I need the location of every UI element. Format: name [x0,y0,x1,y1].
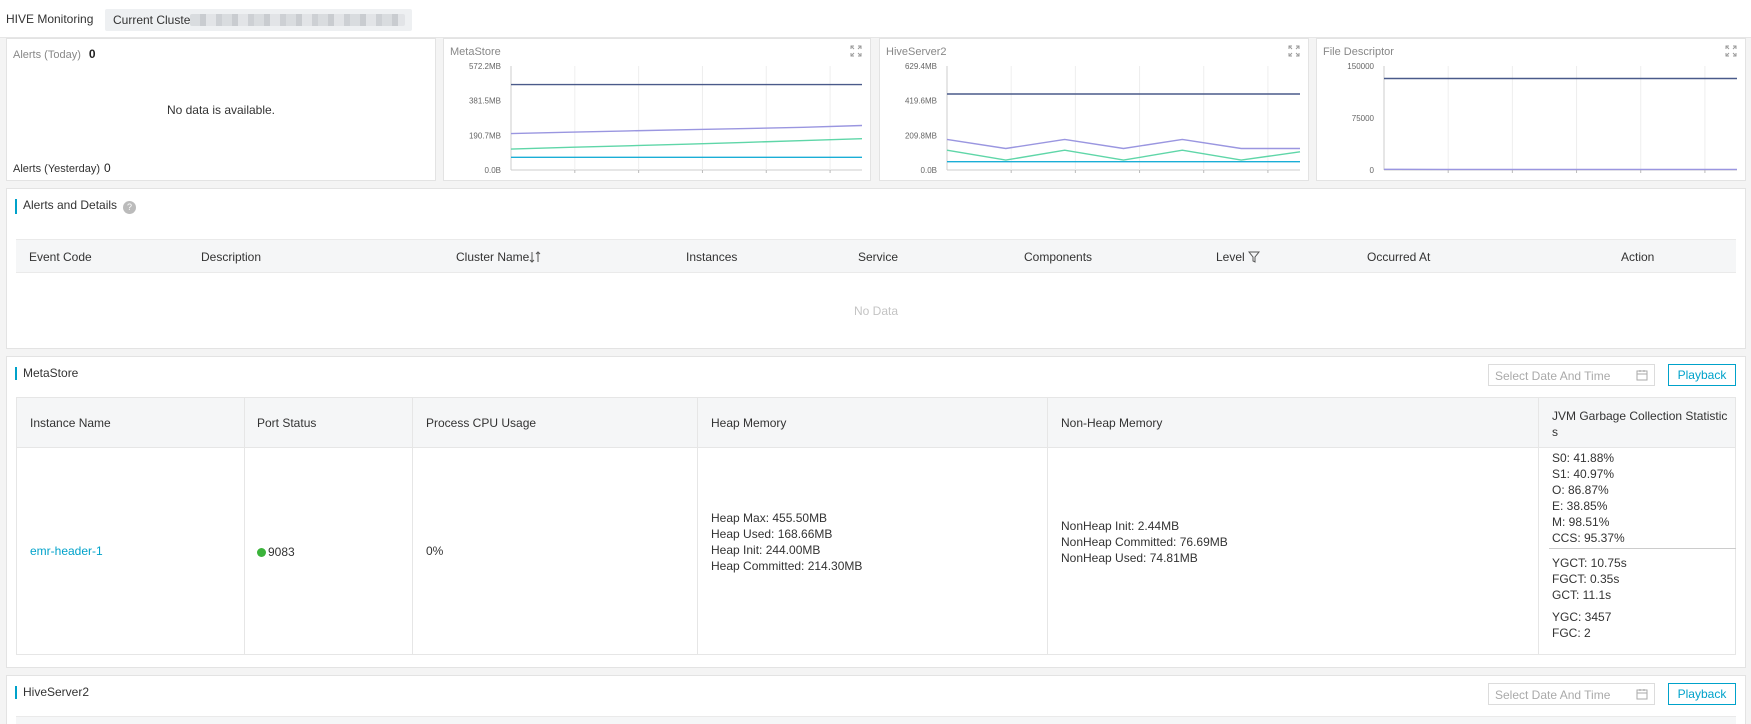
gc-utilization: S0: 41.88% S1: 40.97% O: 86.87% E: 38.85… [1552,451,1625,545]
sort-icon[interactable] [529,251,541,263]
expand-icon[interactable] [1288,45,1300,57]
page-title: HIVE Monitoring [6,12,94,26]
y-tick-label: 209.8MB [905,131,937,140]
y-tick-label: 0.0B [485,166,501,175]
hiveserver2-playback-button[interactable]: Playback [1668,683,1736,705]
col-jvm-gc: JVM Garbage Collection Statistic s [1552,409,1728,439]
chart-title: HiveServer2 [886,46,947,58]
metastore-date-input[interactable]: Select Date And Time [1488,364,1655,386]
section-title: MetaStore [15,367,78,380]
metastore-section: MetaStore Select Date And Time Playback … [6,356,1746,668]
cpu-usage: 0% [426,544,444,558]
col-port-status: Port Status [257,416,317,430]
y-tick-label: 572.2MB [469,62,501,71]
metastore-chart-card: MetaStore 572.2MB 381.5MB 190.7MB 0.0B [443,38,871,181]
col-non-heap-memory: Non-Heap Memory [1061,416,1163,430]
y-tick-label: 419.6MB [905,97,937,106]
y-tick-label: 0 [1370,166,1375,175]
heap-memory: Heap Max: 455.50MB Heap Used: 168.66MB H… [711,511,863,573]
y-tick-label: 0.0B [921,166,937,175]
alerts-today-count: 0 [88,47,96,61]
col-heap-memory: Heap Memory [711,416,787,430]
series-line-2 [510,138,863,150]
status-dot [257,548,266,557]
file-descriptor-chart-card: File Descriptor 150000 75000 0 [1316,38,1746,181]
alerts-yesterday-count: 0 [104,161,111,175]
current-cluster-tag[interactable]: Current Cluster [105,9,412,31]
help-icon[interactable]: ? [123,201,137,214]
metastore-playback-button[interactable]: Playback [1668,364,1736,386]
col-level[interactable]: Level [1216,250,1261,264]
metastore-table: Instance Name Port Status Process CPU Us… [16,397,1736,655]
y-tick-label: 629.4MB [905,62,937,71]
cluster-label: Current Cluster [113,13,195,27]
y-tick-label: 381.5MB [469,97,501,106]
alerts-yesterday: Alerts (Yesterday) 0 [13,161,111,175]
calendar-icon [1636,689,1648,700]
col-cluster-name[interactable]: Cluster Name [456,250,541,264]
col-action: Action [1621,250,1655,264]
hiveserver2-section: HiveServer2 Select Date And Time Playbac… [6,675,1746,724]
file-descriptor-chart: 150000 75000 0 [1347,62,1737,175]
gc-counts: YGC: 3457 FGC: 2 [1552,610,1612,640]
chart-title: File Descriptor [1323,46,1394,58]
top-bar: HIVE Monitoring Current Cluster [0,0,1751,38]
calendar-icon [1636,370,1648,381]
section-title: Alerts and Details? [15,199,137,214]
cluster-name-redacted [190,14,405,26]
expand-icon[interactable] [850,45,862,57]
metastore-chart: 572.2MB 381.5MB 190.7MB 0.0B [469,62,863,175]
col-description: Description [201,250,262,264]
alerts-table-header: Event Code Description Cluster Name Inst… [16,239,1736,273]
col-components: Components [1024,250,1093,264]
col-occurred-at: Occurred At [1367,250,1431,264]
chart-title: MetaStore [450,46,501,58]
hiveserver2-date-input[interactable]: Select Date And Time [1488,683,1655,705]
series-line-2 [946,149,1301,161]
gc-divider [1549,548,1736,549]
instance-link[interactable]: emr-header-1 [30,543,103,559]
col-service: Service [858,250,899,264]
alerts-today: Alerts (Today) 0 [13,47,96,61]
col-instances: Instances [686,250,738,264]
alerts-table-no-data: No Data [853,304,899,318]
y-tick-label: 190.7MB [469,131,501,140]
alerts-details-section: Alerts and Details? Event Code Descripti… [6,188,1746,349]
col-cpu-usage: Process CPU Usage [426,416,537,430]
port-status: 9083 [257,544,295,560]
section-title: HiveServer2 [15,686,89,699]
expand-icon[interactable] [1725,45,1737,57]
filter-icon[interactable] [1247,251,1261,263]
hiveserver2-chart: 629.4MB 419.6MB 209.8MB 0.0B [905,62,1301,175]
non-heap-memory: NonHeap Init: 2.44MB NonHeap Committed: … [1061,519,1228,565]
gc-times: YGCT: 10.75s FGCT: 0.35s GCT: 11.1s [1552,556,1627,602]
col-instance-name: Instance Name [30,416,111,430]
col-event-code: Event Code [29,250,92,264]
series-line-1 [946,138,1300,150]
hiveserver2-chart-card: HiveServer2 629.4MB 419.6MB 209.8MB 0.0B [879,38,1309,181]
y-tick-label: 75000 [1352,114,1375,123]
series-line-1 [510,124,863,135]
y-tick-label: 150000 [1347,62,1374,71]
alerts-summary-card: Alerts (Today) 0 No data is available. Al… [6,38,436,181]
hiveserver2-table-header [16,716,1736,724]
alerts-no-data: No data is available. [166,103,276,117]
